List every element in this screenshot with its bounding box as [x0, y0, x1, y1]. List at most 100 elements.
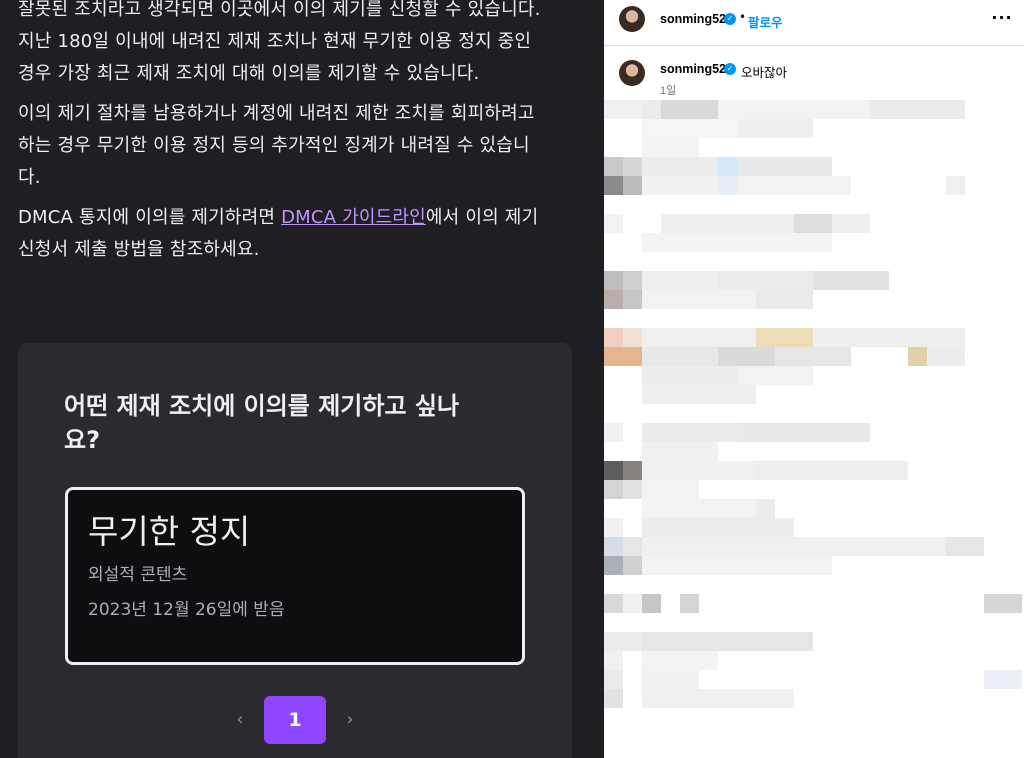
verified-badge-icon: ✓	[724, 63, 736, 75]
chevron-left-icon[interactable]: ‹	[228, 708, 252, 732]
mosaic-tile	[794, 347, 813, 366]
mosaic-tile	[680, 157, 699, 176]
mosaic-tile	[680, 271, 699, 290]
mosaic-tile	[680, 119, 699, 138]
mosaic-tile	[737, 347, 756, 366]
mosaic-tile	[680, 214, 699, 233]
mosaic-tile	[661, 461, 680, 480]
mosaic-tile	[718, 328, 737, 347]
mosaic-tile	[775, 100, 794, 119]
mosaic-tile	[775, 157, 794, 176]
dmca-guidelines-link[interactable]: DMCA 가이드라인	[281, 207, 426, 228]
mosaic-tile	[680, 689, 699, 708]
mosaic-tile	[642, 290, 661, 309]
pixelated-comments-area	[604, 100, 1024, 758]
mosaic-tile	[623, 100, 642, 119]
mosaic-tile	[718, 556, 737, 575]
mosaic-tile	[718, 176, 737, 195]
mosaic-tile	[908, 100, 927, 119]
mosaic-tile	[813, 328, 832, 347]
mosaic-tile	[680, 594, 699, 613]
mosaic-tile	[661, 176, 680, 195]
mosaic-tile	[870, 328, 889, 347]
dmca-line-1: DMCA 통지에 이의를 제기하려면 DMCA 가이드라인에서 이의 제기	[18, 202, 578, 234]
mosaic-tile	[642, 518, 661, 537]
mosaic-tile	[604, 537, 623, 556]
mosaic-tile	[604, 328, 623, 347]
mosaic-tile	[737, 518, 756, 537]
mosaic-tile	[718, 537, 737, 556]
mosaic-tile	[832, 176, 851, 195]
mosaic-tile	[813, 271, 832, 290]
mosaic-tile	[832, 271, 851, 290]
mosaic-tile	[642, 499, 661, 518]
warning-line-2: 하는 경우 무기한 이용 정지 등의 추가적인 징계가 내려질 수 있습니	[18, 135, 530, 156]
mosaic-tile	[794, 290, 813, 309]
mosaic-tile	[623, 157, 642, 176]
dmca-text-before: DMCA 통지에 이의를 제기하려면	[18, 207, 282, 228]
instagram-post-panel: sonming52 ✓ • 팔로우 ··· sonming52 ✓ 오바잖아 1…	[604, 0, 1024, 758]
mosaic-tile	[737, 556, 756, 575]
question-line-1: 어떤 제재 조치에 이의를 제기하고 싶나	[64, 392, 460, 420]
mosaic-tile	[699, 632, 718, 651]
mosaic-tile	[699, 537, 718, 556]
mosaic-tile	[680, 100, 699, 119]
mosaic-tile	[718, 290, 737, 309]
mosaic-tile	[737, 423, 756, 442]
mosaic-tile	[794, 100, 813, 119]
mosaic-tile	[661, 138, 680, 157]
mosaic-tile	[946, 537, 965, 556]
mosaic-tile	[642, 423, 661, 442]
enforcement-option-selected[interactable]: 무기한 정지 외설적 콘텐츠 2023년 12월 26일에 받음	[65, 487, 525, 665]
mosaic-tile	[642, 632, 661, 651]
mosaic-tile	[680, 423, 699, 442]
avatar[interactable]	[619, 6, 645, 32]
comment-text: 오바잖아	[741, 66, 788, 80]
mosaic-tile	[623, 461, 642, 480]
mosaic-tile	[832, 214, 851, 233]
mosaic-tile	[775, 366, 794, 385]
mosaic-tile	[642, 556, 661, 575]
mosaic-tile	[718, 157, 737, 176]
mosaic-tile	[661, 556, 680, 575]
mosaic-tile	[775, 537, 794, 556]
follow-button[interactable]: 팔로우	[748, 12, 783, 31]
question-line-2: 요?	[64, 426, 101, 454]
mosaic-tile	[737, 214, 756, 233]
mosaic-tile	[756, 461, 775, 480]
chevron-right-icon[interactable]: ›	[338, 708, 362, 732]
mosaic-tile	[813, 176, 832, 195]
option-reason: 외설적 콘텐츠	[88, 565, 188, 585]
mosaic-tile	[775, 423, 794, 442]
mosaic-tile	[623, 347, 642, 366]
mosaic-tile	[737, 385, 756, 404]
comment-username[interactable]: sonming52	[660, 62, 726, 76]
more-options-icon[interactable]: ···	[990, 6, 1014, 30]
post-username[interactable]: sonming52	[660, 12, 726, 26]
mosaic-tile	[642, 461, 661, 480]
mosaic-tile	[680, 366, 699, 385]
mosaic-tile	[699, 233, 718, 252]
mosaic-tile	[775, 632, 794, 651]
mosaic-tile	[775, 518, 794, 537]
mosaic-tile	[661, 100, 680, 119]
mosaic-tile	[718, 214, 737, 233]
mosaic-tile	[661, 518, 680, 537]
mosaic-tile	[718, 347, 737, 366]
mosaic-tile	[737, 328, 756, 347]
comment-avatar[interactable]	[619, 60, 645, 86]
mosaic-tile	[661, 271, 680, 290]
mosaic-tile	[756, 556, 775, 575]
mosaic-tile	[946, 176, 965, 195]
intro-line-2: 지난 180일 이내에 내려진 제재 조치나 현재 무기한 이용 정지 중인	[18, 31, 532, 52]
mosaic-tile	[756, 290, 775, 309]
mosaic-tile	[661, 157, 680, 176]
page-button-current[interactable]: 1	[264, 696, 326, 744]
mosaic-tile	[623, 290, 642, 309]
mosaic-tile	[680, 499, 699, 518]
mosaic-tile	[756, 328, 775, 347]
mosaic-tile	[680, 670, 699, 689]
mosaic-tile	[604, 556, 623, 575]
mosaic-tile	[756, 271, 775, 290]
mosaic-tile	[794, 119, 813, 138]
